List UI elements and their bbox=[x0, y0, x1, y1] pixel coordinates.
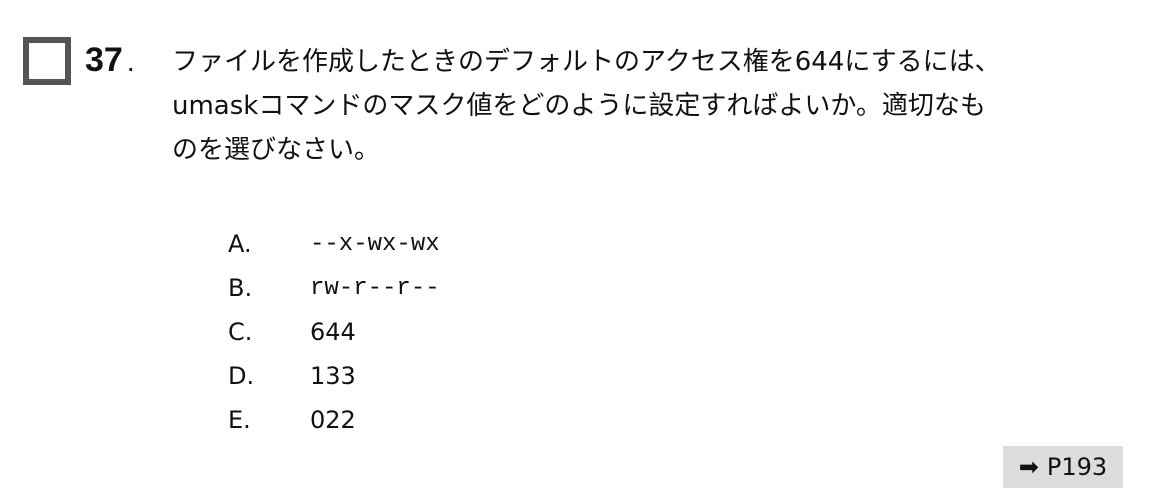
option-c[interactable]: C. 644 bbox=[228, 310, 440, 354]
question-text: ファイルを作成したときのデフォルトのアクセス権を644にするには、 umaskコ… bbox=[172, 40, 1132, 172]
option-label: D. bbox=[228, 362, 255, 390]
option-label: A. bbox=[228, 230, 252, 258]
question-line: umaskコマンドのマスク値をどのように設定すればよいか。適切なも bbox=[172, 91, 986, 121]
option-label: B. bbox=[228, 274, 253, 302]
option-value: 022 bbox=[310, 406, 356, 434]
question-line: のを選びなさい。 bbox=[172, 135, 381, 165]
option-label: E. bbox=[228, 406, 251, 434]
question-number: 37. bbox=[85, 41, 135, 79]
option-d[interactable]: D. 133 bbox=[228, 354, 440, 398]
option-value: 133 bbox=[310, 362, 356, 390]
question-checkbox[interactable] bbox=[23, 37, 71, 85]
option-value: 644 bbox=[310, 318, 356, 346]
option-label: C. bbox=[228, 318, 253, 346]
arrow-right-icon: ➡ bbox=[1018, 453, 1039, 481]
option-e[interactable]: E. 022 bbox=[228, 398, 440, 442]
reference-page: P193 bbox=[1046, 453, 1108, 481]
option-value: rw-r--r-- bbox=[310, 274, 440, 302]
page-reference: ➡ P193 bbox=[1003, 446, 1123, 488]
answer-options: A. --x-wx-wx B. rw-r--r-- C. 644 D. 133 E. 02… bbox=[228, 222, 440, 442]
question-line: ファイルを作成したときのデフォルトのアクセス権を644にするには、 bbox=[172, 47, 1001, 77]
option-value: --x-wx-wx bbox=[310, 230, 440, 258]
option-a[interactable]: A. --x-wx-wx bbox=[228, 222, 440, 266]
option-b[interactable]: B. rw-r--r-- bbox=[228, 266, 440, 310]
